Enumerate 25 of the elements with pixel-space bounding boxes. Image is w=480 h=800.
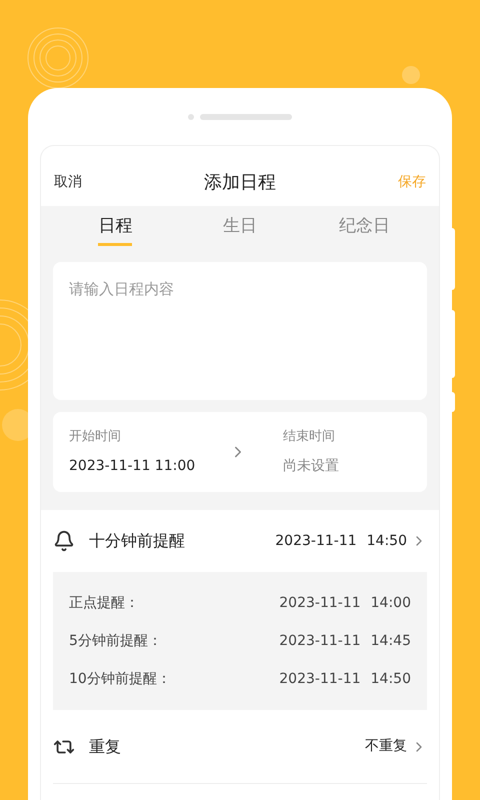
start-time-value[interactable]: 2023-11-11 11:00 <box>69 456 219 478</box>
content-field[interactable]: 请输入日程内容 <box>53 262 427 400</box>
reminder-option-time: 14:00 <box>370 594 411 612</box>
repeat-row[interactable]: 重复 不重复 <box>53 710 427 784</box>
tab[interactable]: 日程 <box>53 214 178 254</box>
reminder-row[interactable]: 十分钟前提醒 2023-11-11 14:50 <box>53 510 427 572</box>
reminder-option-label: 5分钟前提醒： <box>69 632 162 650</box>
repeat-label: 重复 <box>89 736 121 758</box>
end-time-value[interactable]: 尚未设置 <box>283 456 339 478</box>
reminder-time: 14:50 <box>366 532 407 550</box>
reminder-option-date: 2023-11-11 <box>279 632 361 650</box>
reminder-option-label: 正点提醒： <box>69 594 139 612</box>
reminder-option-date: 2023-11-11 <box>279 594 361 612</box>
reminder-date: 2023-11-11 <box>275 532 357 550</box>
bell-icon <box>53 530 75 552</box>
start-time-label: 开始时间 <box>69 428 122 446</box>
reminder-option-time: 14:50 <box>370 670 411 688</box>
reminder-label: 十分钟前提醒 <box>89 530 185 552</box>
repeat-value: 不重复 <box>365 737 407 756</box>
end-time-label: 结束时间 <box>283 428 336 446</box>
page-title: 添加日程 <box>204 170 276 194</box>
cancel-button[interactable]: 取消 <box>54 172 82 192</box>
reminder-option-time: 14:45 <box>370 632 411 650</box>
reminder-option-date: 2023-11-11 <box>279 670 361 688</box>
reminder-option-label: 10分钟前提醒： <box>69 670 171 688</box>
